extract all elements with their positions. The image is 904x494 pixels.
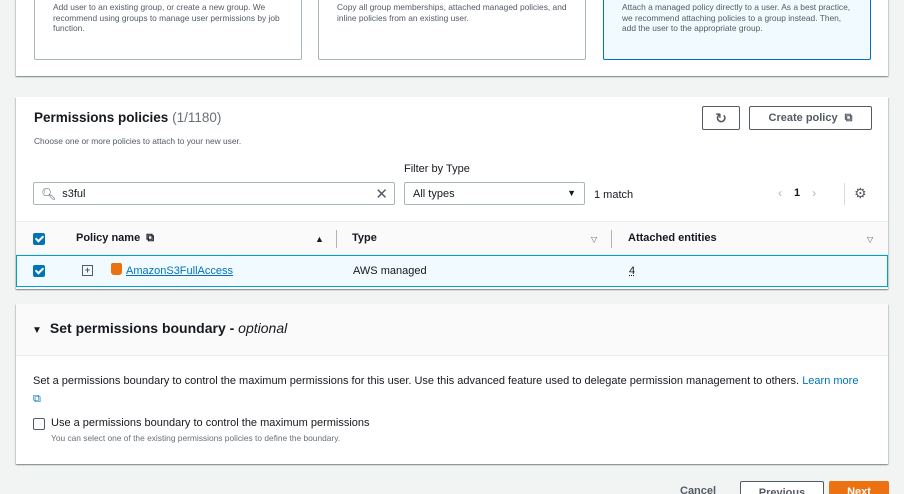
select-all-checkbox[interactable] (33, 233, 45, 245)
page-number[interactable]: 1 (794, 187, 800, 199)
boundary-checkbox[interactable] (33, 418, 45, 430)
sort-ascending-icon[interactable]: ▲ (315, 234, 324, 244)
policy-type: AWS managed (353, 265, 427, 277)
option-card-add-to-group[interactable]: Add user to an existing group, or create… (34, 0, 302, 60)
previous-button[interactable]: Previous (740, 481, 824, 494)
option-card-text: Copy all group memberships, attached man… (337, 2, 567, 23)
permissions-description: Choose one or more policies to attach to… (34, 136, 242, 146)
filter-type-value: All types (413, 187, 455, 200)
policy-icon (111, 263, 122, 275)
sort-icon[interactable]: ▽ (867, 235, 873, 244)
permissions-boundary-panel: ▼ Set permissions boundary - optional Set… (16, 304, 888, 464)
boundary-header[interactable]: ▼ Set permissions boundary - optional (16, 304, 888, 356)
boundary-checkbox-description: You can select one of the existing permi… (51, 433, 341, 443)
pagination: ‹ 1 › (778, 186, 816, 200)
search-value: s3ful (62, 187, 86, 200)
chevron-left-icon[interactable]: ‹ (778, 186, 782, 200)
create-policy-label: Create policy (768, 112, 838, 124)
chevron-right-icon[interactable]: › (812, 186, 816, 200)
column-policy-name[interactable]: Policy name ⧉ (76, 232, 154, 245)
refresh-icon: ↻ (715, 109, 727, 126)
search-icon: 🔍︎ (41, 186, 57, 201)
option-card-copy-permissions[interactable]: Copy all group memberships, attached man… (318, 0, 586, 60)
filter-by-type-label: Filter by Type (404, 163, 470, 175)
column-attached-entities[interactable]: Attached entities (628, 232, 717, 244)
next-button[interactable]: Next (829, 481, 889, 494)
policy-search-input[interactable]: 🔍︎ s3ful ✕ (33, 182, 395, 205)
policy-count: (1/1180) (172, 110, 222, 125)
create-policy-button[interactable]: Create policy ⧉ (749, 106, 872, 130)
external-link-icon: ⧉ (146, 232, 155, 244)
boundary-description: Set a permissions boundary to control th… (33, 375, 859, 405)
external-link-icon: ⧉ (33, 393, 41, 405)
column-divider (611, 230, 612, 248)
option-card-attach-policies[interactable]: Attach a managed policy directly to a us… (603, 0, 871, 60)
table-row[interactable]: + AmazonS3FullAccess AWS managed 4 (16, 255, 888, 287)
attached-entities-count[interactable]: 4 (629, 265, 635, 277)
permissions-policies-title: Permissions policies (1/1180) (34, 110, 222, 125)
gear-icon[interactable]: ⚙ (854, 185, 867, 202)
permission-options-panel: Add user to an existing group, or create… (16, 0, 888, 76)
filter-type-select[interactable]: All types ▼ (404, 182, 585, 205)
expand-row-icon[interactable]: + (82, 265, 93, 276)
match-count: 1 match (594, 189, 634, 201)
caret-down-icon: ▼ (32, 325, 42, 336)
refresh-button[interactable]: ↻ (702, 106, 740, 130)
policy-name-link[interactable]: AmazonS3FullAccess (126, 265, 233, 277)
column-type[interactable]: Type (352, 232, 377, 244)
table-header: Policy name ⧉ ▲ Type ▽ Attached entities… (16, 221, 888, 255)
external-link-icon: ⧉ (844, 111, 853, 124)
boundary-checkbox-label[interactable]: Use a permissions boundary to control th… (51, 417, 370, 429)
boundary-title: ▼ Set permissions boundary - optional (32, 320, 288, 336)
caret-down-icon: ▼ (567, 188, 576, 198)
cancel-button[interactable]: Cancel (680, 485, 716, 494)
sort-icon[interactable]: ▽ (591, 235, 597, 244)
optional-label: optional (238, 320, 288, 336)
pager-divider (844, 183, 845, 205)
option-card-text: Add user to an existing group, or create… (53, 2, 280, 33)
row-checkbox[interactable] (33, 265, 45, 277)
clear-icon[interactable]: ✕ (375, 185, 388, 203)
permissions-policies-panel: Permissions policies (1/1180) Choose one… (16, 97, 888, 289)
option-card-text: Attach a managed policy directly to a us… (622, 2, 851, 33)
column-divider (336, 230, 337, 248)
